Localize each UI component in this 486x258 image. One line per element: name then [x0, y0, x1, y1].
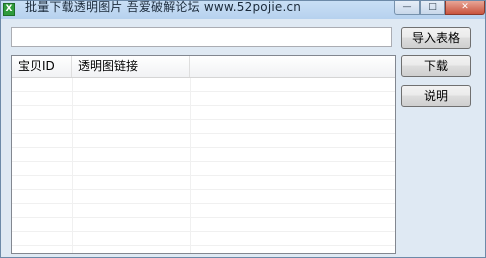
column-header-image-link[interactable]: 透明图链接	[72, 56, 190, 77]
minimize-button[interactable]: —	[394, 1, 420, 15]
table-row	[12, 204, 395, 218]
table-header: 宝贝ID 透明图链接	[12, 56, 395, 78]
table-row	[12, 232, 395, 246]
table-row	[12, 92, 395, 106]
column-divider	[72, 78, 73, 253]
title-bar[interactable]: X 批量下载透明图片 吾爱破解论坛 www.52pojie.cn — □ ✕	[1, 0, 485, 19]
maximize-button[interactable]: □	[420, 1, 445, 15]
table-row	[12, 134, 395, 148]
table-row	[12, 78, 395, 92]
excel-app-icon: X	[3, 3, 15, 16]
download-button[interactable]: 下载	[401, 55, 471, 77]
column-header-item-id[interactable]: 宝贝ID	[12, 56, 72, 77]
column-header-filler	[190, 56, 395, 77]
table-row	[12, 218, 395, 232]
close-button[interactable]: ✕	[445, 1, 485, 15]
help-button[interactable]: 说明	[401, 85, 471, 107]
column-divider	[190, 78, 191, 253]
table-body	[12, 78, 395, 253]
table-row	[12, 176, 395, 190]
table-row	[12, 120, 395, 134]
results-table[interactable]: 宝贝ID 透明图链接	[11, 55, 396, 254]
window-title: 批量下载透明图片 吾爱破解论坛 www.52pojie.cn	[25, 0, 302, 14]
url-input[interactable]	[11, 27, 392, 47]
import-table-button[interactable]: 导入表格	[401, 27, 471, 49]
table-row	[12, 106, 395, 120]
table-row	[12, 190, 395, 204]
table-row	[12, 162, 395, 176]
table-row	[12, 148, 395, 162]
